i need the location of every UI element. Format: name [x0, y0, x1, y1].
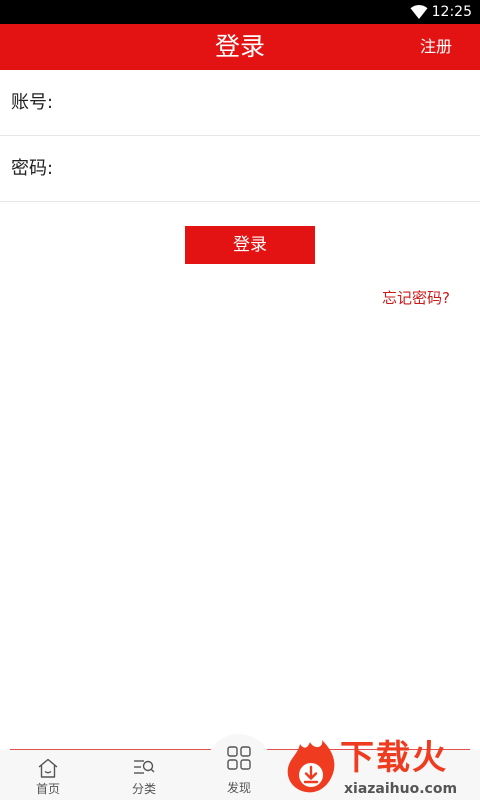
nav-label-home: 首页: [35, 782, 60, 796]
account-input[interactable]: [62, 80, 462, 124]
grid-icon: [227, 746, 251, 770]
status-bar: 12:25: [0, 0, 480, 24]
nav-item-home[interactable]: 首页: [0, 750, 96, 800]
watermark-url: xiazaihuo.com: [344, 781, 458, 797]
account-row: 账号:: [0, 70, 480, 136]
register-button[interactable]: 注册: [420, 24, 452, 70]
category-search-icon: [134, 760, 155, 774]
account-label: 账号:: [11, 92, 54, 113]
password-label: 密码:: [11, 158, 54, 179]
nav-item-discover[interactable]: 发现: [206, 734, 272, 800]
flame-logo-icon: [287, 740, 335, 793]
nav-label-category: 分类: [131, 782, 156, 796]
watermark-title: 下载火: [340, 738, 448, 778]
status-time: 12:25: [431, 4, 472, 20]
login-button[interactable]: 登录: [185, 226, 315, 264]
password-row: 密码:: [0, 136, 480, 202]
nav-item-category[interactable]: 分类: [96, 750, 192, 800]
wifi-icon: [410, 5, 428, 19]
password-input[interactable]: [62, 146, 462, 190]
page-title: 登录: [214, 32, 265, 61]
home-icon: [38, 758, 58, 778]
app-bar: 登录 注册: [0, 24, 480, 70]
nav-label-discover: 发现: [226, 781, 251, 795]
forgot-password-link[interactable]: 忘记密码?: [382, 288, 450, 308]
watermark: 下载火 xiazaihuo.com: [280, 738, 476, 800]
